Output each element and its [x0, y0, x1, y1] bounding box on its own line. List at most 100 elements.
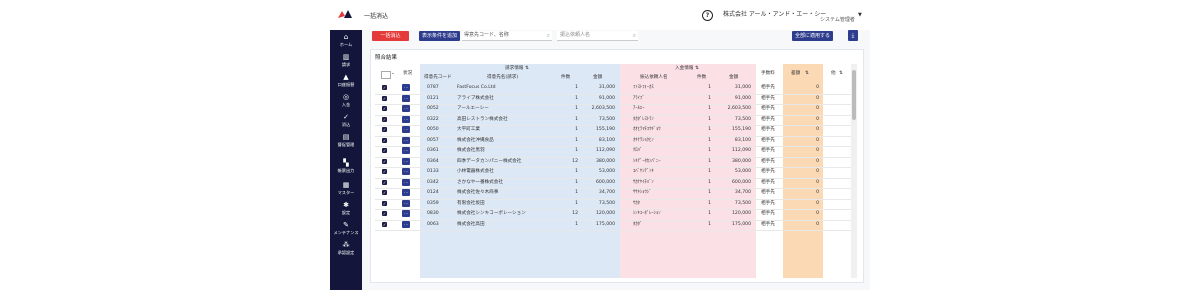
- cell-deposit-count: 1: [708, 127, 711, 132]
- help-icon[interactable]: ?: [702, 10, 713, 21]
- row-checkbox[interactable]: ✓: [382, 158, 387, 164]
- row-checkbox[interactable]: ✓: [382, 179, 387, 185]
- cell-diff: 0: [816, 158, 819, 164]
- cell-customer-code: 0342: [427, 179, 439, 185]
- cell-billing-amount: 91,000: [598, 95, 615, 101]
- cell-fee: 相手先: [761, 106, 775, 111]
- book-icon: ▥: [342, 53, 350, 61]
- sidebar-item[interactable]: ✎ メンテナンス: [330, 222, 362, 236]
- header-deposit-count: 件数: [697, 75, 707, 80]
- row-menu-button[interactable]: ⋯: [402, 210, 410, 217]
- payer-search-input[interactable]: 振込依頼人名 ⌕: [557, 31, 638, 41]
- sort-icon[interactable]: ⇅: [805, 69, 809, 79]
- sidebar-item[interactable]: ▤ 督促管理: [330, 134, 362, 148]
- cell-diff: 0: [816, 137, 819, 143]
- row-menu-button[interactable]: ⋯: [402, 199, 410, 207]
- sidebar-item[interactable]: ▲ 口座振替: [330, 74, 362, 88]
- row-checkbox[interactable]: ✓: [382, 127, 387, 132]
- cell-deposit-amount: 91,000: [734, 95, 751, 101]
- row-menu-button[interactable]: ⋯: [402, 147, 410, 154]
- payer-search-placeholder: 振込依頼人名: [560, 32, 591, 38]
- row-menu-button[interactable]: ⋯: [402, 115, 410, 123]
- row-checkbox[interactable]: ✓: [382, 85, 387, 90]
- cell-deposit-amount: 380,000: [732, 158, 751, 164]
- check-icon: ✓: [343, 113, 349, 121]
- cell-customer-name: 株式会社佐々木商事: [457, 190, 499, 195]
- row-checkbox[interactable]: ✓: [382, 190, 387, 195]
- row-checkbox[interactable]: ✓: [382, 116, 387, 122]
- company-name[interactable]: 株式会社 アール・アンド・エー・シー: [723, 9, 826, 18]
- customer-search-placeholder: 得意先コード、名称: [464, 32, 509, 38]
- row-menu-button[interactable]: ⋯: [402, 84, 410, 91]
- cell-payer-name: ｵｵﾋﾗﾏﾁｺｳｷﾞｮｳ: [633, 127, 661, 132]
- search-icon[interactable]: ⌕: [547, 31, 550, 40]
- cell-deposit-count: 1: [708, 211, 711, 216]
- row-checkbox[interactable]: ✓: [382, 200, 387, 206]
- cell-billing-amount: 2,603,500: [591, 106, 615, 111]
- row-menu-button[interactable]: ⋯: [402, 157, 410, 165]
- cell-payer-name: ﾀｶﾀﾞﾚｽﾄﾗﾝ: [633, 116, 654, 122]
- sidebar-item[interactable]: ▥ 請求: [330, 54, 362, 68]
- sort-icon[interactable]: ⇅: [525, 64, 529, 74]
- download-icon[interactable]: ⤓: [848, 30, 858, 41]
- row-checkbox[interactable]: ✓: [382, 137, 387, 143]
- cell-deposit-amount: 73,500: [734, 200, 751, 206]
- row-checkbox[interactable]: ✓: [382, 221, 387, 227]
- sidebar-item[interactable]: ✓ 消込: [330, 114, 362, 128]
- sidebar-item-label: 口座振替: [337, 82, 355, 87]
- header-diff[interactable]: 差額: [791, 69, 800, 79]
- add-filter-button[interactable]: 表示条件を追加: [419, 31, 460, 41]
- row-checkbox[interactable]: ✓: [382, 211, 387, 216]
- row-checkbox[interactable]: ✓: [382, 148, 387, 153]
- sidebar-item[interactable]: ✱ 設定: [330, 202, 362, 216]
- header-deposit-group[interactable]: 入金情報: [675, 64, 693, 74]
- cell-billing-amount: 600,000: [596, 179, 615, 185]
- row-menu-button[interactable]: ⋯: [402, 105, 410, 112]
- bulk-clear-button[interactable]: 一括消込: [372, 31, 409, 41]
- gear-icon: ✱: [343, 201, 349, 209]
- sidebar-item[interactable]: ◎ 入金: [330, 94, 362, 108]
- row-menu-button[interactable]: ⋯: [402, 94, 410, 102]
- select-all-checkbox[interactable]: [381, 71, 391, 79]
- cell-customer-name: 四季データカンパニー株式会社: [457, 158, 522, 164]
- chevron-down-icon[interactable]: ⌄: [391, 69, 395, 79]
- cell-customer-name: FastFocus Co.Ltd: [457, 85, 496, 90]
- top-bar: 一括消込 ? 株式会社 アール・アンド・エー・シー システム管理者 ▼: [330, 0, 870, 30]
- row-menu-button[interactable]: ⋯: [402, 136, 410, 144]
- cell-payer-name: ｻｶﾀ: [633, 200, 640, 206]
- cell-customer-code: 0052: [427, 106, 439, 111]
- scrollbar-thumb[interactable]: [852, 70, 856, 120]
- sidebar-item[interactable]: ⌂ ホーム: [330, 34, 362, 48]
- cell-diff: 0: [816, 190, 819, 195]
- cell-fee: 相手先: [761, 127, 775, 132]
- sidebar-item-label: メンテナンス: [333, 230, 359, 235]
- page-title: 一括消込: [364, 13, 389, 20]
- row-menu-button[interactable]: ⋯: [402, 126, 410, 133]
- row-menu-button[interactable]: ⋯: [402, 189, 410, 196]
- vertical-scrollbar[interactable]: [851, 64, 857, 278]
- cell-billing-amount: 175,000: [596, 221, 615, 227]
- sidebar-item[interactable]: ⁂ 承認設定: [330, 242, 362, 256]
- bank-icon: ▲: [343, 73, 349, 81]
- row-checkbox[interactable]: ✓: [382, 169, 387, 174]
- search-icon[interactable]: ⌕: [633, 31, 636, 40]
- row-menu-button[interactable]: ⋯: [402, 220, 410, 228]
- row-checkbox[interactable]: ✓: [382, 95, 387, 101]
- chevron-down-icon[interactable]: ▼: [858, 12, 862, 18]
- row-checkbox[interactable]: ✓: [382, 106, 387, 111]
- sidebar-item[interactable]: ▦ マスター: [330, 182, 362, 196]
- cell-customer-name: 株式会社シンキコーポレーション: [457, 211, 526, 216]
- customer-search-input[interactable]: 得意先コード、名称 ⌕: [462, 31, 552, 41]
- sort-icon[interactable]: ⇅: [839, 69, 843, 79]
- cell-fee: 相手先: [761, 116, 775, 122]
- cell-deposit-amount: 155,190: [732, 127, 751, 132]
- apply-all-button[interactable]: 全部に適用する: [792, 31, 833, 41]
- row-menu-button[interactable]: ⋯: [402, 178, 410, 186]
- sidebar-item[interactable]: ▚ 帳票出力: [330, 160, 362, 174]
- table-row[interactable]: ✓ ⋯ 0063 株式会社高田 1 175,000 ﾀｶﾀﾞ 1 175,000 相手先 0: [375, 220, 851, 231]
- row-menu-button[interactable]: ⋯: [402, 168, 410, 175]
- cell-customer-name: さかなや一番株式会社: [457, 179, 503, 185]
- cell-customer-name: 株式会社高田: [457, 221, 485, 227]
- header-other[interactable]: 他: [831, 69, 836, 79]
- header-status: 状況: [403, 71, 413, 76]
